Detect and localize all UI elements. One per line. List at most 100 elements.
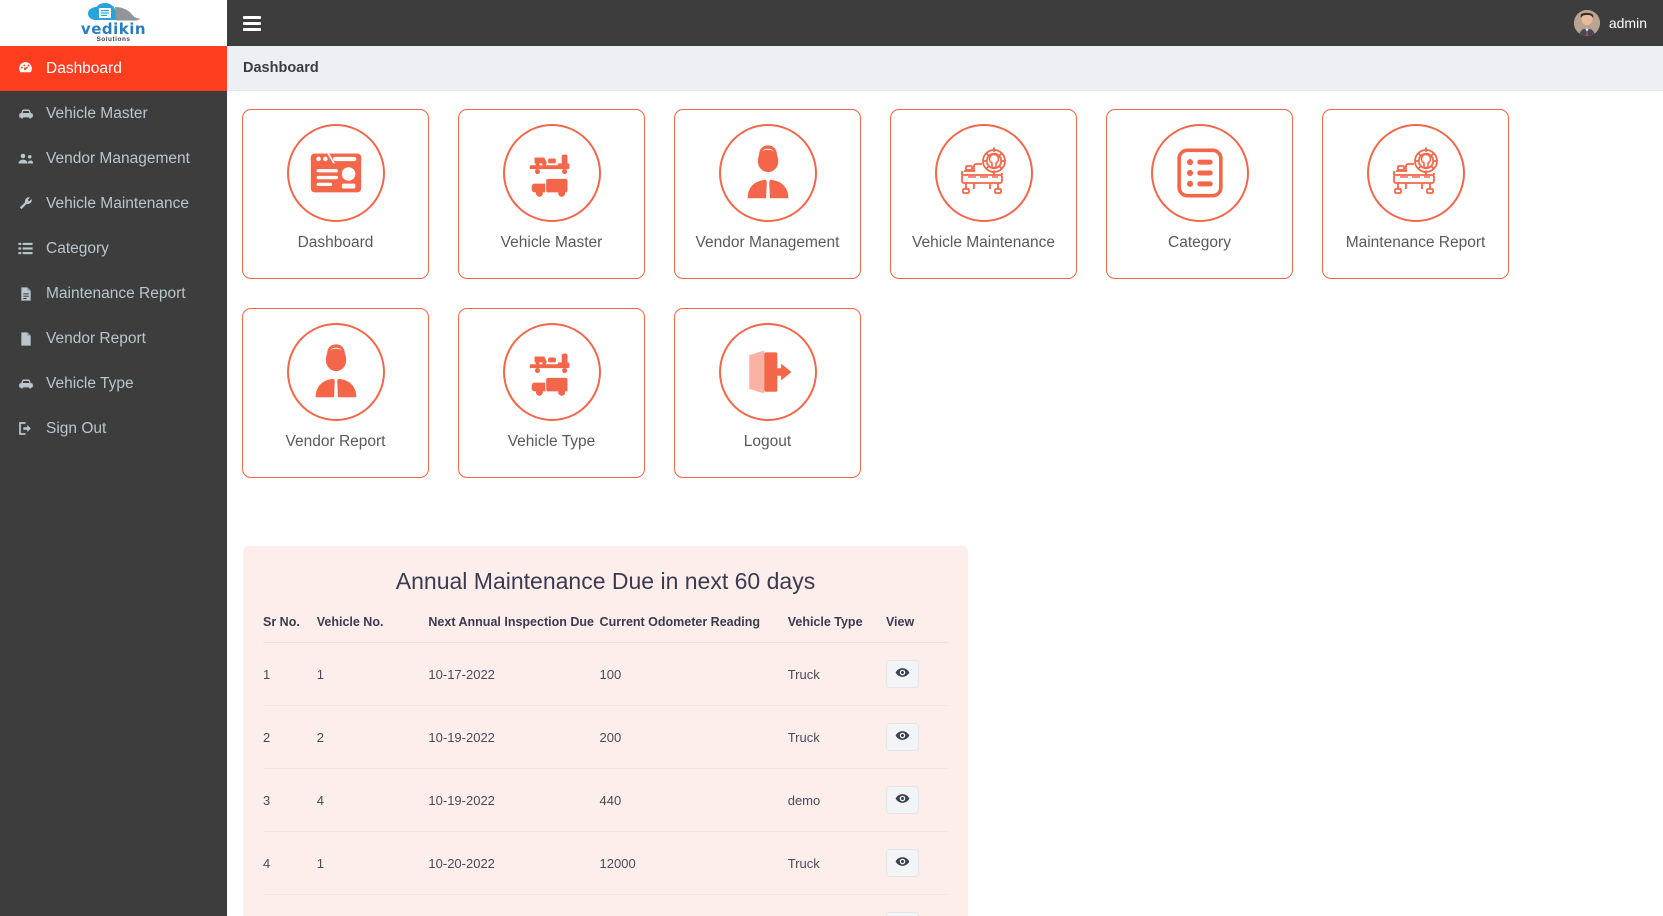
tile-dashboard[interactable]: Dashboard <box>242 109 429 279</box>
cell-vehicle-type: demo <box>787 768 886 832</box>
sidebar: vedikin Solutions Dashboard Vehicle Maste… <box>0 0 227 916</box>
sidebar-item-label: Vendor Management <box>46 149 190 167</box>
tile-vendor-report[interactable]: Vendor Report <box>242 308 429 478</box>
sidebar-item-vehicle-master[interactable]: Vehicle Master <box>0 91 227 136</box>
cell-sr-no: 1 <box>263 642 317 706</box>
tile-label: Vendor Report <box>285 433 386 450</box>
main-area: admin Dashboard Dashboard Vehicle Master V… <box>227 0 1663 916</box>
brand-tagline: Solutions <box>96 35 131 43</box>
cell-view <box>885 895 948 916</box>
sidebar-item-label: Dashboard <box>46 59 122 77</box>
checklist-icon <box>1150 124 1249 222</box>
brand-logo[interactable]: vedikin Solutions <box>0 0 227 46</box>
dashboard-tile-grid: Dashboard Vehicle Master Vendor Management… <box>227 109 1527 478</box>
column-header-odometer: Current Odometer Reading <box>599 615 788 643</box>
tow-truck-icon <box>502 323 601 421</box>
eye-icon <box>895 854 910 872</box>
cell-view <box>885 642 948 706</box>
sidebar-item-vehicle-type[interactable]: Vehicle Type <box>0 361 227 406</box>
sidebar-item-label: Vehicle Type <box>46 374 134 392</box>
column-header-view: View <box>885 615 948 643</box>
table-row: 2 2 10-19-2022 200 Truck <box>263 705 948 769</box>
app-root: vedikin Solutions Dashboard Vehicle Maste… <box>0 0 1663 916</box>
sidebar-item-vehicle-maintenance[interactable]: Vehicle Maintenance <box>0 181 227 226</box>
table-row: 1 1 10-17-2022 100 Truck <box>263 642 948 706</box>
table-head: Sr No. Vehicle No. Next Annual Inspectio… <box>263 615 948 643</box>
tile-label: Maintenance Report <box>1345 234 1486 251</box>
cell-sr-no: 4 <box>263 831 317 895</box>
sidebar-item-maintenance-report[interactable]: Maintenance Report <box>0 271 227 316</box>
cell-next-due: 10-19-2022 <box>428 768 600 832</box>
sidebar-item-label: Vehicle Maintenance <box>46 194 190 212</box>
cell-odometer: 440 <box>599 768 788 832</box>
annual-maintenance-panel: Annual Maintenance Due in next 60 days S… <box>243 546 968 916</box>
eye-icon <box>895 728 910 746</box>
tile-vehicle-maintenance[interactable]: Vehicle Maintenance <box>890 109 1077 279</box>
cell-vehicle-no: 4 <box>316 768 429 832</box>
view-button[interactable] <box>885 786 919 814</box>
view-button[interactable] <box>885 660 919 688</box>
sidebar-item-sign-out[interactable]: Sign Out <box>0 406 227 451</box>
user-menu[interactable]: admin <box>1573 10 1647 36</box>
topbar: admin <box>227 0 1663 46</box>
tile-label: Vehicle Type <box>507 433 596 450</box>
eye-icon <box>895 665 910 683</box>
sidebar-item-dashboard[interactable]: Dashboard <box>0 46 227 91</box>
tile-maintenance-report[interactable]: Maintenance Report <box>1322 109 1509 279</box>
page-title: Dashboard <box>243 60 319 76</box>
sidebar-item-category[interactable]: Category <box>0 226 227 271</box>
maintenance-panel-wrap: Annual Maintenance Due in next 60 days S… <box>227 478 1663 916</box>
sidebar-item-vendor-report[interactable]: Vendor Report <box>0 316 227 361</box>
cell-next-due: 10-19-2022 <box>428 705 600 769</box>
view-button[interactable] <box>885 849 919 877</box>
sign-out-icon <box>16 420 35 437</box>
sidebar-item-vendor-management[interactable]: Vendor Management <box>0 136 227 181</box>
tile-label: Vendor Management <box>695 234 840 251</box>
hamburger-icon[interactable] <box>243 14 265 32</box>
sidebar-item-label: Sign Out <box>46 419 107 437</box>
column-header-sr-no: Sr No. <box>263 615 317 643</box>
cell-odometer: 12000 <box>599 831 788 895</box>
sidebar-item-label: Maintenance Report <box>46 284 186 302</box>
cell-sr-no: 3 <box>263 768 317 832</box>
businessman-icon <box>286 323 385 421</box>
tile-category[interactable]: Category <box>1106 109 1293 279</box>
tile-label: Vehicle Master <box>500 234 603 251</box>
truck-gear-wrench-icon <box>934 124 1033 222</box>
truck-gear-wrench-icon <box>1366 124 1465 222</box>
businessman-icon <box>718 124 817 222</box>
maintenance-due-table: Sr No. Vehicle No. Next Annual Inspectio… <box>263 615 948 916</box>
panel-title: Annual Maintenance Due in next 60 days <box>395 568 816 594</box>
cell-view <box>885 768 948 832</box>
tow-truck-icon <box>502 124 601 222</box>
tile-vehicle-master[interactable]: Vehicle Master <box>458 109 645 279</box>
users-group-icon <box>16 150 35 168</box>
tile-label: Category <box>1168 234 1231 251</box>
table-body: 1 1 10-17-2022 100 Truck 2 2 10-19-2022 200 Truck… <box>263 642 948 916</box>
cell-sr-no: 5 <box>263 895 317 916</box>
tile-vehicle-type[interactable]: Vehicle Type <box>458 308 645 478</box>
view-button[interactable] <box>885 912 919 916</box>
file-lines-icon <box>16 286 35 302</box>
cell-next-due: 10-17-2022 <box>428 642 600 706</box>
cell-vehicle-type: Truck <box>787 705 886 769</box>
dashboard-panel-icon <box>286 124 385 222</box>
tile-label: Logout <box>743 433 792 450</box>
cell-view <box>885 705 948 769</box>
table-header-row: Sr No. Vehicle No. Next Annual Inspectio… <box>263 615 948 643</box>
cell-odometer: 100 <box>599 642 788 706</box>
cell-vehicle-type: Trailer <box>788 895 886 916</box>
tile-vendor-management[interactable]: Vendor Management <box>674 109 861 279</box>
user-avatar-icon <box>1573 10 1600 36</box>
dashboard-gauge-icon <box>16 60 35 77</box>
column-header-vehicle-no: Vehicle No. <box>316 615 429 643</box>
column-header-vehicle-type: Vehicle Type <box>787 615 886 643</box>
table-row: 4 1 10-20-2022 12000 Truck <box>263 831 948 895</box>
list-icon <box>16 240 35 257</box>
tile-logout[interactable]: Logout <box>674 308 861 478</box>
view-button[interactable] <box>885 723 919 751</box>
wrench-icon <box>16 195 35 212</box>
cell-sr-no: 2 <box>263 705 317 769</box>
column-header-next-due: Next Annual Inspection Due <box>428 615 600 643</box>
file-blank-icon <box>16 331 35 347</box>
